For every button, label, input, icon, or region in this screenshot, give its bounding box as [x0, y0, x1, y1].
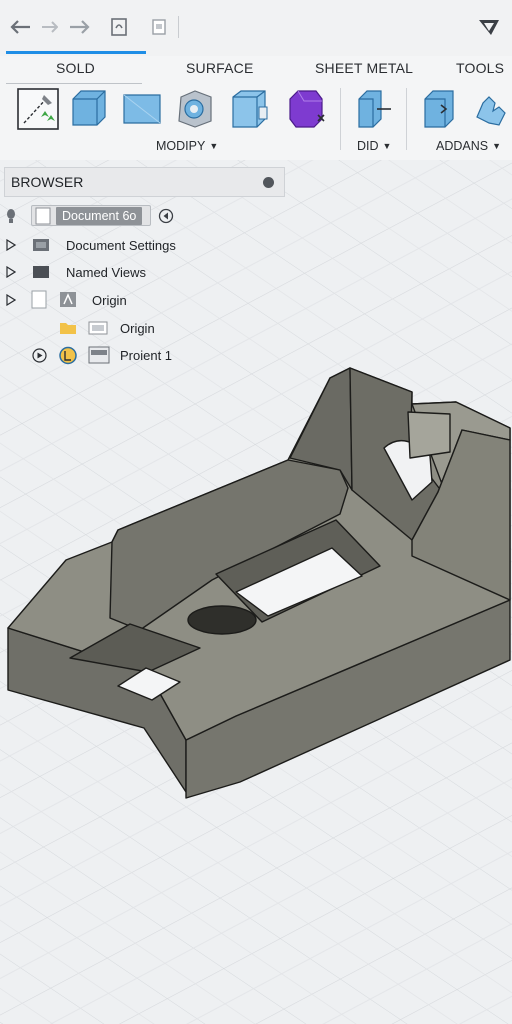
folder-icon — [60, 323, 76, 334]
sketch-icon[interactable] — [15, 86, 61, 132]
tree-label: Named Views — [66, 264, 146, 280]
modify-menu[interactable]: MODIPY ▼ — [156, 139, 218, 153]
tree-row-origin[interactable]: Origin — [0, 289, 290, 311]
folder-dark-icon — [33, 266, 49, 278]
fillet-icon[interactable] — [119, 86, 165, 132]
tree-row-project[interactable]: Proient 1 — [0, 344, 290, 366]
origin-icon — [60, 292, 76, 307]
ribbon-separator — [406, 88, 407, 150]
did-label: DID — [357, 139, 379, 153]
chamfer-icon[interactable] — [172, 86, 218, 132]
file-icon — [31, 290, 47, 309]
undo-history-icon[interactable] — [36, 14, 62, 40]
app-logo-icon[interactable] — [476, 14, 502, 40]
document-file-icon — [35, 207, 51, 225]
caret-down-icon: ▼ — [382, 141, 392, 151]
caret-down-icon: ▼ — [492, 141, 502, 151]
play-circle-icon[interactable] — [32, 348, 47, 363]
tree-label: Origin — [120, 320, 155, 336]
modify-label: MODIPY — [156, 139, 206, 153]
construct-plane-icon[interactable] — [352, 86, 398, 132]
press-pull-icon[interactable] — [66, 86, 112, 132]
addin-shape-icon[interactable] — [468, 86, 512, 132]
undo-icon[interactable] — [8, 14, 34, 40]
expand-triangle-icon[interactable] — [6, 294, 16, 306]
browser-options-icon[interactable] — [263, 177, 274, 188]
document-expand-icon[interactable] — [158, 208, 174, 224]
settings-folder-icon — [33, 239, 49, 251]
document-name[interactable]: Document 6o — [56, 207, 143, 225]
tree-label: Proient 1 — [120, 347, 173, 363]
caret-down-icon: ▼ — [209, 141, 219, 151]
tab-surface[interactable]: SURFACE — [186, 60, 254, 76]
tab-sheet-metal[interactable]: SHEET METAL — [315, 60, 413, 76]
origin-planes-icon — [88, 321, 108, 335]
tree-row-origin-child[interactable]: Origin — [0, 317, 290, 339]
toolbar-separator — [178, 16, 179, 38]
tree-row-document-settings[interactable]: Document Settings — [0, 234, 290, 256]
tree-label: Document Settings — [66, 237, 176, 253]
component-icon — [59, 346, 77, 365]
redo-icon[interactable] — [66, 14, 92, 40]
shell-icon[interactable] — [228, 86, 274, 132]
combine-icon[interactable] — [283, 86, 329, 132]
did-menu[interactable]: DID ▼ — [357, 139, 391, 153]
tab-active-underline — [6, 83, 142, 84]
browser-title: BROWSER — [11, 174, 84, 190]
tab-solid[interactable]: SOLD — [56, 60, 95, 76]
tree-label: Origin — [92, 292, 127, 308]
addans-menu[interactable]: ADDANS ▼ — [436, 139, 501, 153]
expand-triangle-icon[interactable] — [6, 266, 16, 278]
addans-label: ADDANS — [436, 139, 489, 153]
body-icon — [88, 346, 110, 364]
top-toolbar — [0, 0, 512, 57]
visibility-bulb-icon[interactable] — [6, 208, 16, 224]
expand-triangle-icon[interactable] — [6, 239, 16, 251]
active-indicator — [6, 51, 146, 54]
browser-header[interactable]: BROWSER — [4, 167, 285, 197]
inspect-icon[interactable] — [418, 86, 464, 132]
document-icon[interactable] — [146, 14, 172, 40]
ribbon-separator — [340, 88, 341, 150]
tree-row-named-views[interactable]: Named Views — [0, 261, 290, 283]
tab-tools[interactable]: TOOLS — [456, 60, 504, 76]
save-icon[interactable] — [106, 14, 132, 40]
